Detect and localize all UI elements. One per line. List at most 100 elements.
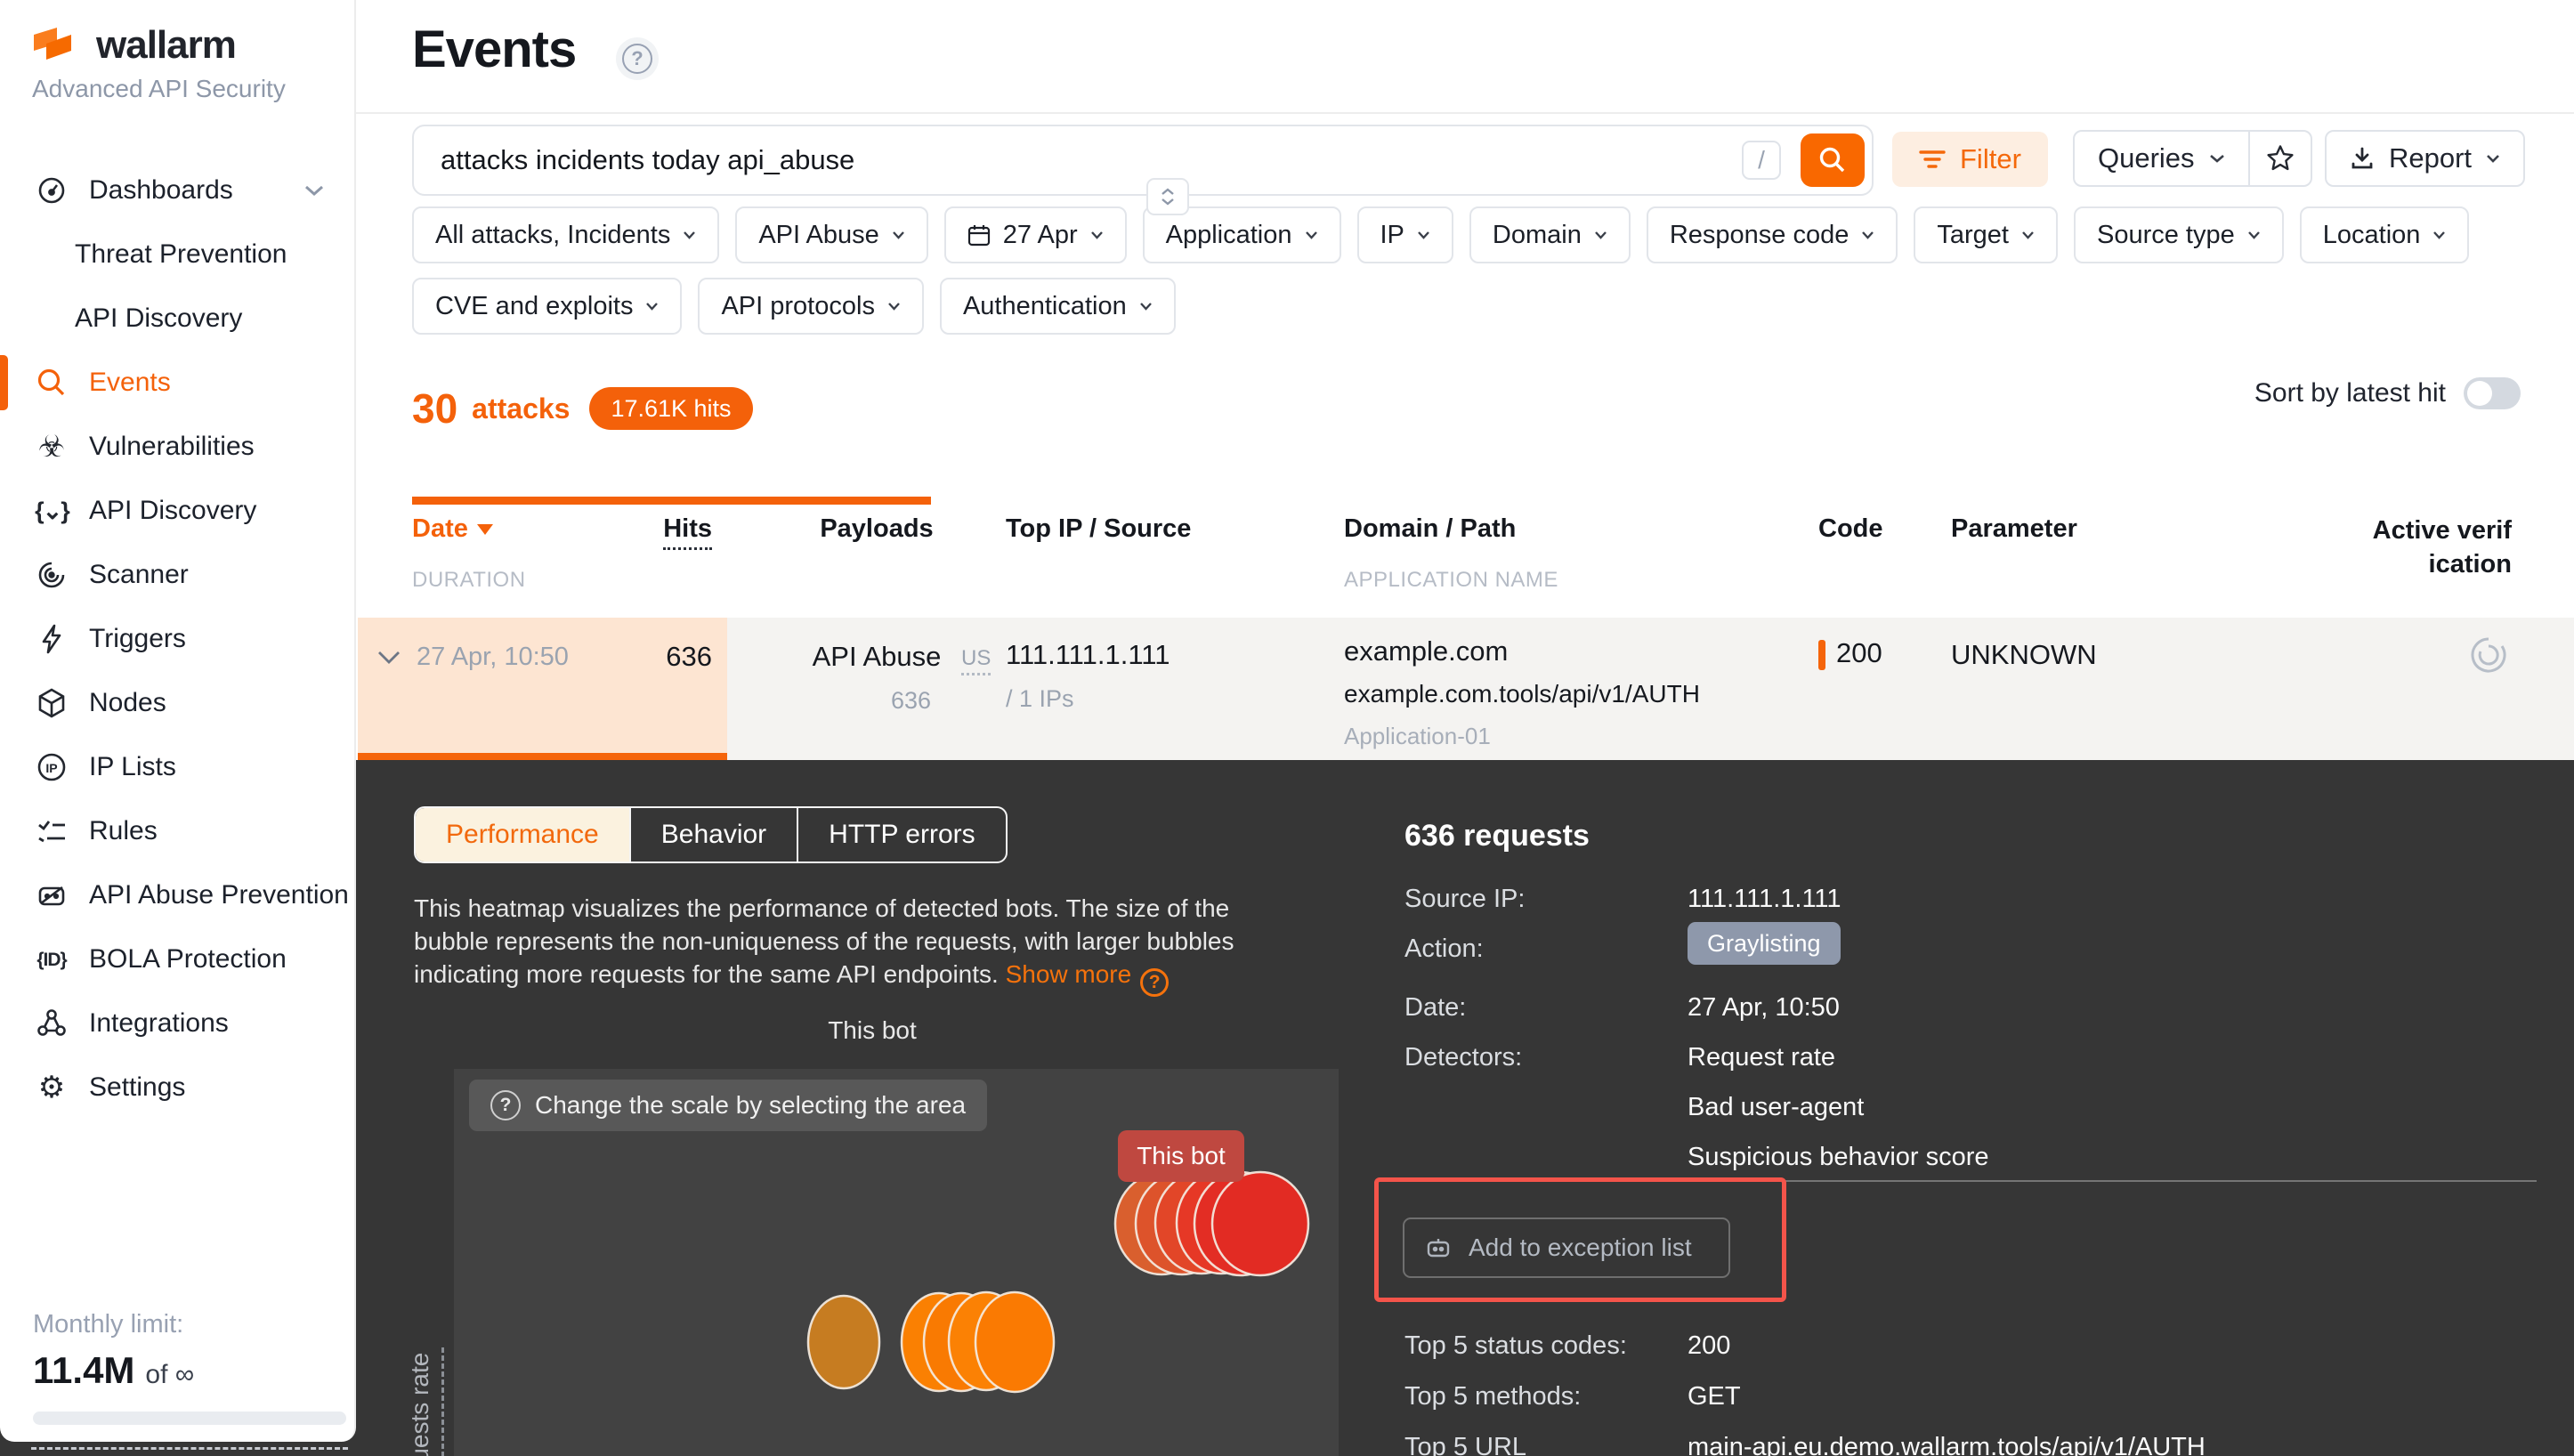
sidebar-item-label: Settings: [89, 1072, 185, 1103]
col-header-hits[interactable]: Hits: [587, 514, 712, 544]
chevron-down-icon: [2432, 231, 2446, 239]
attacks-count: 30: [412, 384, 457, 433]
row-path[interactable]: example.com.tools/api/v1/AUTH: [1344, 680, 1700, 708]
bubble-this-bot[interactable]: [1212, 1172, 1308, 1275]
row-ip[interactable]: 111.111.1.111: [1006, 639, 1170, 671]
robot-blocked-icon: [34, 878, 69, 913]
active-verification-spinner-icon[interactable]: [2467, 634, 2510, 676]
chip-label: API Abuse: [758, 221, 878, 250]
page-help-icon[interactable]: ?: [616, 37, 659, 80]
sidebar-item-triggers[interactable]: Triggers: [0, 607, 354, 671]
show-more-help-icon[interactable]: ?: [1140, 968, 1169, 997]
row-domain[interactable]: example.com: [1344, 635, 1508, 667]
sidebar-item-label: API Abuse Prevention: [89, 880, 349, 910]
chip-response-code[interactable]: Response code: [1647, 206, 1898, 263]
bubble-other-bot[interactable]: [975, 1292, 1054, 1392]
row-date: 27 Apr, 10:50: [417, 643, 569, 672]
sidebar-item-dashboards[interactable]: Dashboards: [0, 158, 354, 222]
add-to-exception-list-button[interactable]: Add to exception list: [1403, 1217, 1730, 1278]
table-row-selected-highlight[interactable]: [358, 618, 727, 753]
col-label: Date: [412, 514, 468, 544]
chip-attack-types[interactable]: All attacks, Incidents: [412, 206, 719, 263]
tab-behavior[interactable]: Behavior: [629, 808, 797, 861]
scale-hint-text: Change the scale by selecting the area: [535, 1091, 966, 1120]
row-country[interactable]: US: [961, 646, 991, 675]
sidebar-item-settings[interactable]: ⚙ Settings: [0, 1056, 354, 1120]
sidebar-nav: Dashboards Threat Prevention API Discove…: [0, 158, 354, 1120]
wallarm-events-page: Performance Behavior HTTP errors This he…: [0, 0, 2574, 1456]
chip-date[interactable]: 27 Apr: [944, 206, 1127, 263]
chip-domain[interactable]: Domain: [1469, 206, 1631, 263]
sidebar-item-api-abuse-prevention[interactable]: API Abuse Prevention: [0, 863, 354, 927]
chip-cve-exploits[interactable]: CVE and exploits: [412, 278, 682, 335]
tab-performance[interactable]: Performance: [416, 808, 629, 861]
sidebar-item-ip-lists[interactable]: IP IP Lists: [0, 735, 354, 799]
search-button[interactable]: [1801, 133, 1865, 187]
add-to-exception-label: Add to exception list: [1469, 1234, 1692, 1262]
sidebar-item-api-discovery[interactable]: {⌄} API Discovery: [0, 479, 354, 543]
chevron-down-icon: [304, 184, 324, 197]
search-input[interactable]: attacks incidents today api_abuse: [441, 144, 1742, 176]
filter-label: Filter: [1960, 143, 2021, 175]
chip-target[interactable]: Target: [1914, 206, 2058, 263]
sidebar-item-label: Events: [89, 368, 171, 398]
favorite-query-button[interactable]: [2250, 132, 2311, 185]
heatmap-description: This heatmap visualizes the performance …: [414, 892, 1268, 997]
sidebar-item-nodes[interactable]: Nodes: [0, 671, 354, 735]
search-icon: [34, 365, 69, 400]
sort-by-latest-hit-toggle[interactable]: [2464, 377, 2521, 409]
lightning-icon: [34, 621, 69, 657]
chevron-down-icon: [1090, 231, 1104, 239]
gear-icon: ⚙: [34, 1070, 69, 1105]
sidebar-item-label: API Discovery: [75, 303, 242, 334]
checklist-icon: [34, 813, 69, 849]
chip-source-type[interactable]: Source type: [2074, 206, 2284, 263]
chip-api-protocols[interactable]: API protocols: [698, 278, 923, 335]
scale-hint-tooltip: ? Change the scale by selecting the area: [469, 1080, 987, 1131]
search-resize-handle[interactable]: [1146, 178, 1189, 215]
show-more-link[interactable]: Show more: [1006, 960, 1132, 988]
sidebar-item-rules[interactable]: Rules: [0, 799, 354, 863]
attacks-tab-underline: [412, 497, 931, 505]
chevron-down-icon: [1139, 302, 1153, 311]
sidebar-item-threat-prevention[interactable]: Threat Prevention: [0, 222, 354, 287]
chip-location[interactable]: Location: [2300, 206, 2470, 263]
dashboard-icon: [34, 173, 69, 208]
sidebar-item-bola-protection[interactable]: {ID} BOLA Protection: [0, 927, 354, 991]
date-value: 27 Apr, 10:50: [1688, 993, 1840, 1023]
sidebar-item-scanner[interactable]: Scanner: [0, 543, 354, 607]
chip-api-abuse[interactable]: API Abuse: [735, 206, 927, 263]
chip-label: Domain: [1493, 221, 1582, 250]
filter-icon: [1919, 149, 1946, 170]
chip-ip[interactable]: IP: [1357, 206, 1453, 263]
sidebar-item-vulnerabilities[interactable]: ☣ Vulnerabilities: [0, 415, 354, 479]
sidebar-item-events[interactable]: Events: [0, 351, 354, 415]
bubble-other-bot[interactable]: [808, 1296, 879, 1388]
sidebar-item-label: Triggers: [89, 624, 186, 654]
row-payload[interactable]: API Abuse: [783, 641, 970, 673]
bot-performance-heatmap[interactable]: ? Change the scale by selecting the area…: [454, 1069, 1339, 1456]
requests-count-title: 636 requests: [1404, 819, 1590, 853]
robot-icon: [1424, 1234, 1453, 1262]
chevron-up-icon: [1161, 188, 1175, 196]
wallarm-logo[interactable]: wallarm: [32, 23, 236, 68]
top-methods-label: Top 5 methods:: [1404, 1382, 1581, 1412]
filter-button[interactable]: Filter: [1892, 132, 2048, 187]
sidebar-item-integrations[interactable]: Integrations: [0, 991, 354, 1056]
monthly-limit-label: Monthly limit:: [33, 1310, 183, 1339]
row-expand-chevron-icon[interactable]: [377, 650, 401, 665]
queries-dropdown[interactable]: Queries: [2075, 132, 2250, 185]
tab-http-errors[interactable]: HTTP errors: [797, 808, 1005, 861]
col-header-date[interactable]: Date: [412, 514, 493, 544]
sidebar-item-label: Rules: [89, 816, 158, 846]
y-axis-label: Requests rate: [406, 1347, 444, 1456]
question-mark: ?: [622, 44, 652, 74]
chip-authentication[interactable]: Authentication: [940, 278, 1176, 335]
header-divider: [356, 112, 2574, 114]
chevron-down-icon: [1417, 231, 1430, 239]
queries-label: Queries: [2098, 142, 2195, 174]
sidebar-item-api-discovery-dash[interactable]: API Discovery: [0, 287, 354, 351]
filter-chips-row-1: All attacks, Incidents API Abuse 27 Apr …: [412, 206, 2469, 263]
report-button[interactable]: Report: [2325, 130, 2525, 187]
detector-item: Request rate: [1688, 1043, 1835, 1072]
